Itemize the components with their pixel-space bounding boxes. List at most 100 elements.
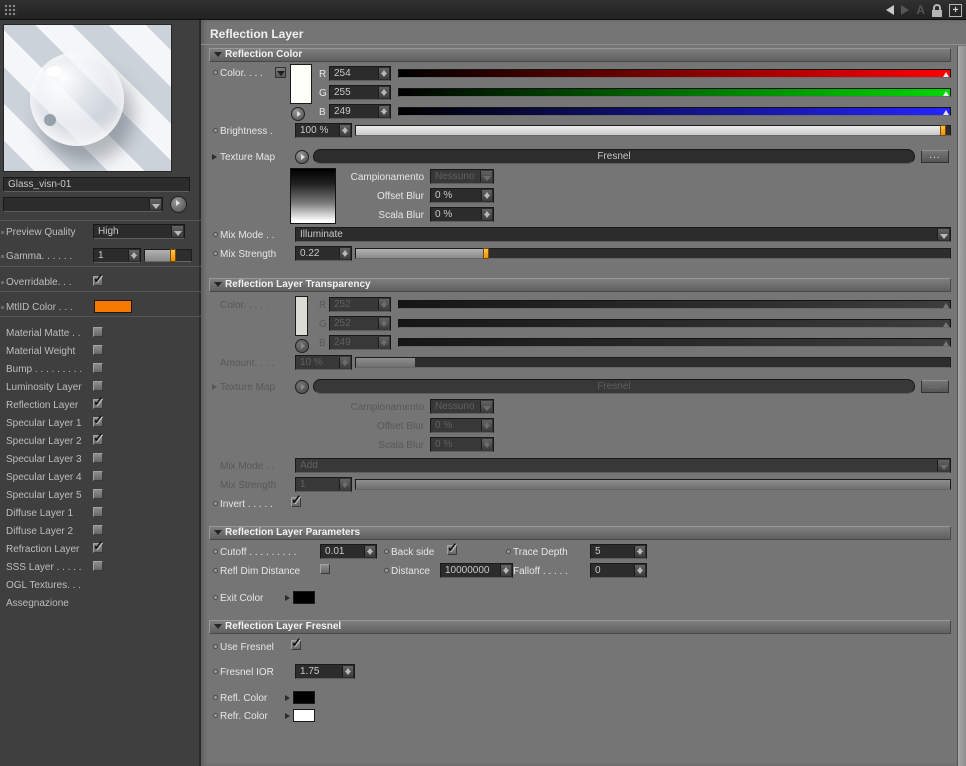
section-header-transparency[interactable]: Reflection Layer Transparency [209,278,951,292]
chevron-down-icon[interactable] [149,199,161,210]
mix-mode-dropdown[interactable]: Illuminate [295,227,951,242]
color-b-field[interactable]: 249 [329,104,391,119]
material-select-dropdown[interactable] [3,197,163,212]
spinner[interactable] [378,87,389,98]
keyframe-dot-icon[interactable] [213,501,218,506]
keyframe-dot-icon[interactable] [213,568,218,573]
refl-dim-distance-checkbox[interactable] [320,564,330,574]
vertical-scrollbar[interactable] [957,46,966,766]
spinner[interactable] [378,68,389,79]
reflection-color-swatch[interactable] [290,64,312,104]
expand-triangle-icon[interactable] [285,713,290,719]
sidebar-item-sss-layer[interactable]: SSS Layer . . . . . [0,560,201,576]
material-preview[interactable] [3,24,172,172]
expand-triangle-icon[interactable] [212,154,217,160]
layer-checkbox[interactable] [93,507,103,517]
preview-quality-dropdown[interactable]: High [93,224,185,239]
keyframe-dot-icon[interactable] [213,251,218,256]
spinner[interactable] [364,546,375,557]
layer-checkbox[interactable] [93,345,103,355]
keyframe-dot-icon[interactable] [213,232,218,237]
brightness-slider[interactable] [355,125,951,136]
use-fresnel-checkbox[interactable] [291,635,302,651]
spinner[interactable] [342,666,353,677]
color-expand-button[interactable] [291,107,305,121]
material-node-icon[interactable] [170,196,187,213]
keyframe-dot-icon[interactable] [213,695,218,700]
layer-checkbox[interactable] [93,471,103,481]
layer-checkbox[interactable] [93,394,104,410]
sidebar-item-bump[interactable]: Bump . . . . . . . . . [0,362,201,378]
fresnel-ior-field[interactable]: 1.75 [295,664,355,679]
color-b-gradient-slider[interactable] [398,107,951,116]
texture-expand-button[interactable] [295,150,309,164]
spinner[interactable] [500,565,511,576]
trace-depth-field[interactable]: 5 [590,544,647,559]
sidebar-item-assegnazione[interactable]: Assegnazione [0,596,201,612]
gradient-marker[interactable] [943,72,949,77]
back-side-checkbox[interactable] [447,540,458,556]
gradient-marker[interactable] [943,110,949,115]
cutoff-field[interactable]: 0.01 [320,544,377,559]
color-r-gradient-slider[interactable] [398,69,951,78]
distance-field[interactable]: 10000000 [440,563,513,578]
section-header-reflection-color[interactable]: Reflection Color [209,48,951,62]
spinner[interactable] [634,546,645,557]
gamma-field[interactable]: 1 [93,248,141,263]
keyframe-dot-icon[interactable] [213,595,218,600]
sidebar-item-material-weight[interactable]: Material Weight [0,344,201,360]
keyframe-dot-icon[interactable] [384,549,389,554]
chevron-down-icon[interactable] [480,171,492,182]
keyframe-dot-icon[interactable] [213,644,218,649]
sidebar-item-material-matte[interactable]: Material Matte . . [0,326,201,342]
collapse-triangle-icon[interactable] [214,282,222,287]
keyframe-dot-icon[interactable] [213,128,218,133]
expand-triangle-icon[interactable] [285,595,290,601]
refl-color-swatch[interactable] [293,691,315,704]
keyframe-dot-icon[interactable] [213,669,218,674]
gamma-slider[interactable] [144,249,192,262]
keyframe-dot-icon[interactable] [384,568,389,573]
spinner[interactable] [481,190,492,201]
color-mode-dropdown[interactable] [275,67,286,78]
spinner[interactable] [378,106,389,117]
forward-arrow-icon[interactable] [901,5,910,15]
material-name-field[interactable]: Glass_visn-01 [3,177,190,192]
keyframe-dot-icon[interactable] [213,70,218,75]
sidebar-item-specular-layer-2[interactable]: Specular Layer 2 [0,430,201,450]
keyframe-dot-icon[interactable] [213,549,218,554]
layer-checkbox[interactable] [93,538,104,554]
grid-icon[interactable] [4,4,17,17]
expand-triangle-icon[interactable] [212,384,217,390]
exit-color-swatch[interactable] [293,591,315,604]
new-panel-icon[interactable]: + [949,3,962,17]
layer-checkbox[interactable] [93,363,103,373]
texture-map-field[interactable]: Fresnel [313,149,915,164]
overridable-checkbox[interactable] [93,271,104,287]
layer-checkbox[interactable] [93,561,103,571]
expand-triangle-icon[interactable] [285,695,290,701]
collapse-triangle-icon[interactable] [214,52,222,57]
layer-checkbox[interactable] [93,489,103,499]
offset-blur-field[interactable]: 0 % [430,188,494,203]
sidebar-item-diffuse-layer-1[interactable]: Diffuse Layer 1 [0,506,201,522]
campionamento-dropdown[interactable]: Nessuno [430,169,494,184]
chevron-down-icon[interactable] [171,226,183,237]
brightness-field[interactable]: 100 % [295,123,352,138]
sidebar-item-specular-layer-5[interactable]: Specular Layer 5 [0,488,201,504]
refr-color-swatch[interactable] [293,709,315,722]
layer-checkbox[interactable] [93,327,103,337]
sidebar-item-specular-layer-3[interactable]: Specular Layer 3 [0,452,201,468]
chevron-down-icon[interactable] [937,229,949,240]
layer-checkbox[interactable] [93,430,104,446]
layer-checkbox[interactable] [93,381,103,391]
mtlid-color-swatch[interactable] [94,300,132,313]
collapse-triangle-icon[interactable] [214,530,222,535]
invert-checkbox[interactable] [291,492,302,508]
color-r-field[interactable]: 254 [329,66,391,81]
keyframe-dot-icon[interactable] [506,549,511,554]
falloff-field[interactable]: 0 [590,563,647,578]
color-g-field[interactable]: 255 [329,85,391,100]
section-header-fresnel[interactable]: Reflection Layer Fresnel [209,620,951,634]
lock-icon[interactable] [932,3,942,17]
